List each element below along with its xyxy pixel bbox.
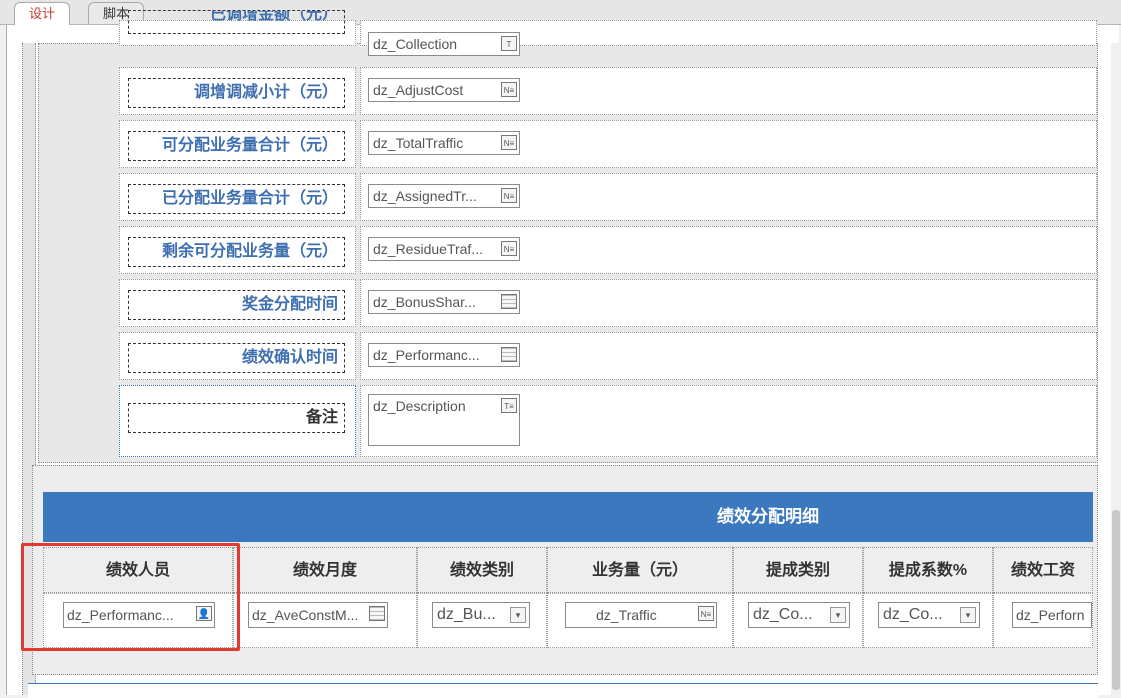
scrollbar-thumb[interactable] (1112, 510, 1120, 690)
detail-field[interactable]: dz_Traffic N≡ (565, 602, 717, 628)
value-field[interactable]: dz_Description T≡ (368, 394, 520, 446)
column-header: 绩效类别 (417, 547, 547, 593)
detail-value: dz_Perforn (1016, 607, 1085, 623)
field-label: 可分配业务量合计（元） (128, 131, 345, 161)
value-text: dz_Description (373, 398, 466, 414)
detail-cell: dz_AveConstM... (233, 593, 417, 648)
dropdown-icon[interactable]: ▾ (510, 607, 526, 623)
detail-cell: dz_Traffic N≡ (547, 593, 733, 648)
text-icon: T (501, 36, 517, 51)
column-header: 绩效工资 (993, 547, 1093, 593)
value-field[interactable]: dz_Performanc... (368, 343, 520, 367)
detail-cell: dz_Co... ▾ (863, 593, 993, 648)
calendar-icon (501, 294, 517, 309)
number-icon: N≡ (698, 606, 714, 621)
field-label: 已分配业务量合计（元） (128, 184, 345, 214)
highlight-box (21, 543, 240, 651)
detail-value: dz_Traffic (596, 607, 657, 623)
calendar-icon (501, 347, 517, 362)
number-icon: N≡ (501, 135, 517, 150)
detail-cell: dz_Co... ▾ (733, 593, 863, 648)
value-field[interactable]: dz_BonusShar... (368, 290, 520, 314)
column-header: 提成类别 (733, 547, 863, 593)
detail-field[interactable]: dz_Co... ▾ (878, 602, 980, 628)
value-text: dz_TotalTraffic (373, 135, 464, 151)
value-text: dz_Collection (373, 36, 458, 52)
value-text: dz_ResidueTraf... (373, 241, 483, 257)
detail-field[interactable]: dz_Bu... ▾ (432, 602, 530, 628)
number-icon: N≡ (501, 82, 517, 97)
value-text: dz_BonusShar... (373, 294, 476, 310)
detail-value: dz_Bu... (437, 606, 496, 623)
field-label: 奖金分配时间 (128, 290, 345, 320)
field-label: 绩效确认时间 (128, 343, 345, 373)
value-text: dz_Performanc... (373, 347, 480, 363)
detail-value: dz_AveConstM... (252, 607, 359, 623)
value-field[interactable]: dz_TotalTraffic N≡ (368, 131, 520, 155)
value-text: dz_AdjustCost (373, 82, 464, 98)
textarea-icon: T≡ (501, 398, 517, 413)
tab-design[interactable]: 设计 (14, 2, 71, 26)
field-label: 备注 (128, 403, 345, 433)
value-field[interactable]: dz_Collection T (368, 32, 520, 56)
field-label: 已调增金额（元） (128, 10, 345, 34)
detail-title-banner: 绩效分配明细 (43, 492, 1093, 542)
number-icon: N≡ (501, 241, 517, 256)
value-field[interactable]: dz_AdjustCost N≡ (368, 78, 520, 102)
detail-cell: dz_Perforn (993, 593, 1093, 648)
detail-value: dz_Co... (883, 606, 943, 623)
value-field[interactable]: dz_AssignedTr... N≡ (368, 184, 520, 208)
next-section (28, 683, 1098, 698)
field-label: 调增调减小计（元） (128, 78, 345, 108)
detail-field[interactable]: dz_Co... ▾ (748, 602, 850, 628)
detail-value: dz_Co... (753, 606, 813, 623)
detail-field[interactable]: dz_Perforn (1012, 602, 1092, 628)
vertical-scrollbar[interactable] (1111, 43, 1121, 695)
number-icon: N≡ (501, 188, 517, 203)
column-header: 业务量（元） (547, 547, 733, 593)
field-label: 剩余可分配业务量（元） (128, 237, 345, 267)
detail-cell: dz_Bu... ▾ (417, 593, 547, 648)
column-header: 绩效月度 (233, 547, 417, 593)
value-field[interactable]: dz_ResidueTraf... N≡ (368, 237, 520, 261)
dropdown-icon[interactable]: ▾ (960, 607, 976, 623)
detail-field[interactable]: dz_AveConstM... (248, 602, 388, 628)
dropdown-icon[interactable]: ▾ (830, 607, 846, 623)
column-header: 提成系数% (863, 547, 993, 593)
calendar-icon (369, 606, 385, 621)
value-text: dz_AssignedTr... (373, 188, 477, 204)
